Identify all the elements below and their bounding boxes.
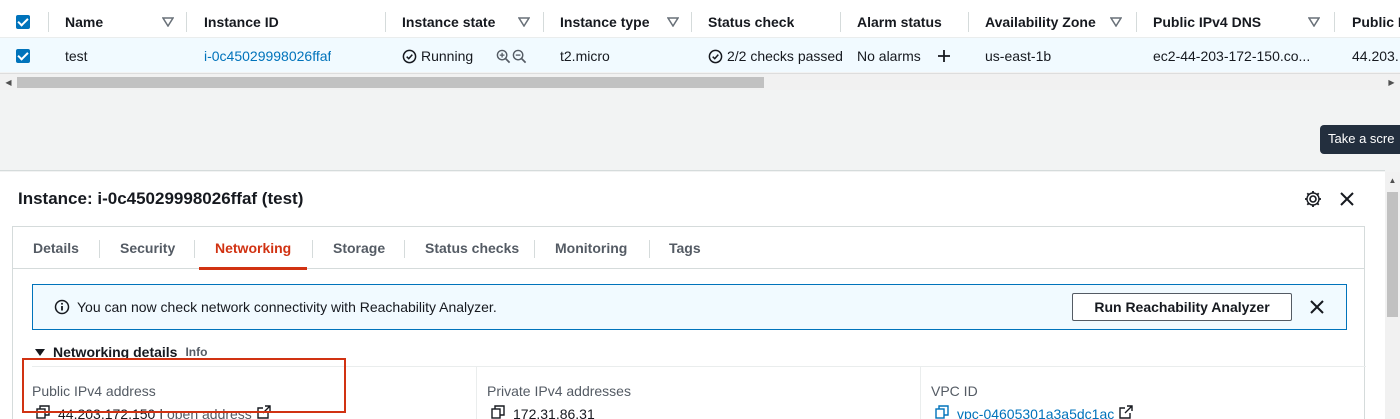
column-divider [840,12,841,32]
tab-details[interactable]: Details [33,227,79,269]
tab-divider [99,240,100,258]
column-divider [1334,12,1335,32]
col-header-status-check[interactable]: Status check [708,4,794,40]
vpc-id-field: VPC ID vpc-04605301a3a5dc1ac [920,367,1366,419]
instances-table: Name Instance ID Instance state Instance… [0,0,1400,72]
scroll-up-arrow-icon[interactable]: ▲ [1385,174,1400,186]
col-header-public-ipv4[interactable]: Public I [1352,4,1400,40]
vpc-id-link[interactable]: vpc-04605301a3a5dc1ac [957,406,1114,419]
tab-divider [312,240,313,258]
panel-title: Instance: i-0c45029998026ffaf (test) [18,189,304,208]
table-row[interactable]: test i-0c45029998026ffaf Running t2.micr… [0,37,1400,72]
zoom-in-icon[interactable] [496,38,511,72]
zoom-out-icon[interactable] [512,38,527,72]
tab-divider [194,240,195,258]
sort-icon[interactable] [667,4,679,40]
col-header-instance-state[interactable]: Instance state [402,4,495,40]
cell-availability-zone: us-east-1b [985,48,1052,64]
cell-instance-state: Running [402,38,473,72]
tab-divider [404,240,405,258]
private-ipv4-value-row: 172.31.86.31 [491,405,595,419]
cell-instance-type: t2.micro [560,48,610,64]
column-divider [1136,12,1137,32]
column-divider [691,12,692,32]
info-alert: You can now check network connectivity w… [32,284,1347,330]
column-divider [186,12,187,32]
sort-icon[interactable] [162,4,174,40]
select-all-checkbox[interactable] [16,4,30,40]
row-checkbox[interactable] [16,38,30,72]
run-reachability-analyzer-button[interactable]: Run Reachability Analyzer [1072,293,1292,321]
column-divider [543,12,544,32]
private-ipv4-value: 172.31.86.31 [513,405,595,419]
col-header-instance-type[interactable]: Instance type [560,4,649,40]
external-link-icon[interactable] [1119,405,1133,419]
copy-icon[interactable] [935,405,949,419]
cell-name: test [65,48,88,64]
status-check-text: 2/2 checks passed [727,48,843,64]
tab-security[interactable]: Security [120,227,175,269]
cell-status-check: 2/2 checks passed [708,38,843,72]
tab-status-checks[interactable]: Status checks [425,227,519,269]
private-ipv4-label: Private IPv4 addresses [487,383,631,399]
vertical-scrollbar[interactable]: ▲ [1385,172,1400,419]
scrollbar-thumb[interactable] [17,77,764,88]
table-header: Name Instance ID Instance state Instance… [0,4,1400,40]
gear-icon[interactable] [1303,189,1323,209]
col-header-alarm-status[interactable]: Alarm status [857,4,942,40]
vpc-id-label: VPC ID [931,383,978,399]
running-check-icon [402,49,417,64]
cell-public-ip: 44.203. [1352,48,1399,64]
add-alarm-plus-icon[interactable] [937,38,951,72]
column-divider [385,12,386,32]
panel-splitter [0,170,1385,171]
col-header-public-ipv4-dns[interactable]: Public IPv4 DNS [1153,4,1261,40]
close-icon[interactable] [1337,189,1357,209]
screenshot-tooltip: Take a scre [1320,125,1400,154]
cell-alarm-status: No alarms [857,48,921,64]
tab-networking[interactable]: Networking [198,227,308,270]
sort-icon[interactable] [1110,4,1122,40]
cell-public-dns: ec2-44-203-172-150.co... [1153,48,1311,64]
info-link[interactable]: Info [185,345,207,359]
scroll-left-arrow-icon[interactable]: ◀ [0,74,17,91]
col-header-name[interactable]: Name [65,4,103,40]
column-divider [968,12,969,32]
tab-divider [534,240,535,258]
vertical-scrollbar-thumb[interactable] [1387,192,1398,317]
instance-state-text: Running [421,48,474,64]
tab-tags[interactable]: Tags [669,227,701,269]
copy-icon[interactable] [491,405,505,419]
alert-close-icon[interactable] [1308,298,1326,316]
public-ip-highlight-box [22,358,346,413]
sort-icon[interactable] [518,4,530,40]
horizontal-scrollbar[interactable]: ◀ ▶ [0,73,1400,90]
vpc-id-value-row: vpc-04605301a3a5dc1ac [935,405,1133,419]
column-divider [48,12,49,32]
col-header-availability-zone[interactable]: Availability Zone [985,4,1096,40]
alert-message: You can now check network connectivity w… [77,299,497,315]
private-ipv4-field: Private IPv4 addresses 172.31.86.31 [476,367,920,419]
checks-passed-icon [708,49,723,64]
col-header-instance-id[interactable]: Instance ID [204,4,279,40]
tab-storage[interactable]: Storage [333,227,385,269]
tab-monitoring[interactable]: Monitoring [555,227,627,269]
sort-icon[interactable] [1308,4,1320,40]
instance-id-link[interactable]: i-0c45029998026ffaf [204,38,331,72]
scroll-right-arrow-icon[interactable]: ▶ [1383,74,1400,91]
caret-down-icon [35,348,45,356]
tab-divider [649,240,650,258]
info-icon [54,299,70,318]
tab-bar: Details Security Networking Storage Stat… [13,227,1364,270]
